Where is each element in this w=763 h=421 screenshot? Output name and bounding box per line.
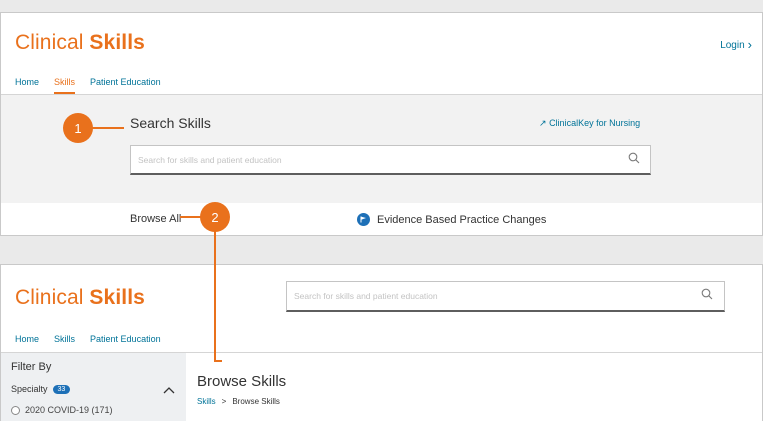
chevron-right-icon: › [747,37,752,52]
logo-text-skills: Skills [83,286,145,309]
bottom-screenshot-panel: Clinical Skills Home Skills Patient Educ… [0,264,763,421]
logo-text-skills: Skills [83,31,145,54]
specialty-label: Specialty [11,384,48,394]
browse-all-link[interactable]: Browse All [130,213,181,225]
callout-1-marker: 1 [63,113,93,143]
callout-2-marker: 2 [200,202,230,232]
app-logo[interactable]: Clinical Skills [15,31,145,55]
app-logo[interactable]: Clinical Skills [15,286,145,310]
login-label: Login [720,40,745,51]
header-divider [186,352,762,353]
breadcrumb-separator: > [221,397,227,406]
specialty-filter-header[interactable]: Specialty 33 [11,384,71,394]
top-nav: Home Skills Patient Education [15,77,161,94]
breadcrumb-current: Browse Skills [232,397,280,406]
flag-icon [357,213,370,226]
ebp-label: Evidence Based Practice Changes [377,213,547,226]
bottom-nav: Home Skills Patient Education [15,334,161,351]
search-input[interactable] [138,146,580,173]
filter-option-label: 2020 COVID-19 (171) [25,405,113,415]
search-input[interactable] [294,282,666,310]
search-icon[interactable] [628,151,640,169]
logo-text-clinical: Clinical [15,31,84,54]
specialty-count-badge: 33 [52,384,71,394]
search-skills-heading: Search Skills [130,115,211,131]
callout-2-vertical-connector [214,230,216,361]
external-link-icon: ↗ [539,118,547,128]
evidence-based-practice-link[interactable]: Evidence Based Practice Changes [357,213,546,226]
nav-patient-education[interactable]: Patient Education [90,77,161,94]
clinicalkey-link-label: ClinicalKey for Nursing [549,118,641,128]
nav-skills[interactable]: Skills [54,77,76,94]
nav-patient-education[interactable]: Patient Education [90,334,161,351]
filter-sidebar: Filter By Specialty 33 2020 COVID-19 (17… [1,352,186,421]
callout-2-end-connector [214,360,222,362]
nav-skills[interactable]: Skills [54,334,75,351]
breadcrumb-skills-link[interactable]: Skills [197,397,216,406]
search-hero: Search Skills ↗ ClinicalKey for Nursing [1,94,762,203]
logo-text-clinical: Clinical [15,286,84,309]
top-screenshot-panel: Clinical Skills Login › Home Skills Patie… [0,12,763,236]
breadcrumb: Skills > Browse Skills [197,397,280,406]
clinicalkey-nursing-link[interactable]: ↗ ClinicalKey for Nursing [539,118,640,129]
filter-option-covid[interactable]: 2020 COVID-19 (171) [11,405,113,415]
nav-home[interactable]: Home [15,77,39,94]
radio-icon[interactable] [11,405,20,415]
chevron-up-icon[interactable] [163,381,175,399]
search-box [286,281,725,312]
search-box [130,145,651,175]
nav-home[interactable]: Home [15,334,39,351]
login-link[interactable]: Login › [720,36,752,52]
callout-1-connector [92,127,124,129]
filter-by-heading: Filter By [11,361,52,373]
search-icon[interactable] [701,287,713,305]
page-title: Browse Skills [197,373,287,390]
